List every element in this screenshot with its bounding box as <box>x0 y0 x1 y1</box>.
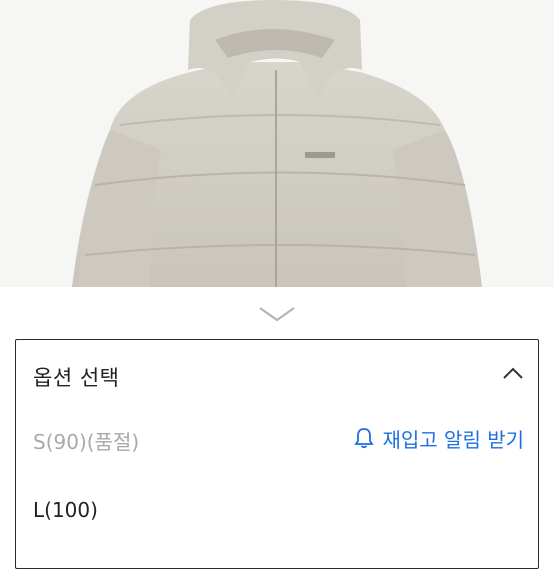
option-select-panel: 옵션 선택 S(90)(품절) 재입고 알림 받기 L(100) <box>15 339 539 569</box>
option-select-header[interactable]: 옵션 선택 <box>16 340 538 414</box>
bell-icon <box>354 428 375 449</box>
chevron-down-icon[interactable] <box>258 304 296 324</box>
option-select-title: 옵션 선택 <box>33 366 120 390</box>
restock-alert-button[interactable]: 재입고 알림 받기 <box>354 422 524 454</box>
product-image <box>0 0 554 287</box>
option-label: S(90)(품절) <box>33 430 140 454</box>
option-label: L(100) <box>33 498 98 522</box>
puffer-jacket-illustration <box>0 0 554 287</box>
option-item-s90: S(90)(품절) 재입고 알림 받기 <box>16 418 538 478</box>
chevron-up-icon[interactable] <box>502 366 524 380</box>
option-item-l100[interactable]: L(100) <box>16 490 538 550</box>
restock-alert-label: 재입고 알림 받기 <box>382 427 524 452</box>
